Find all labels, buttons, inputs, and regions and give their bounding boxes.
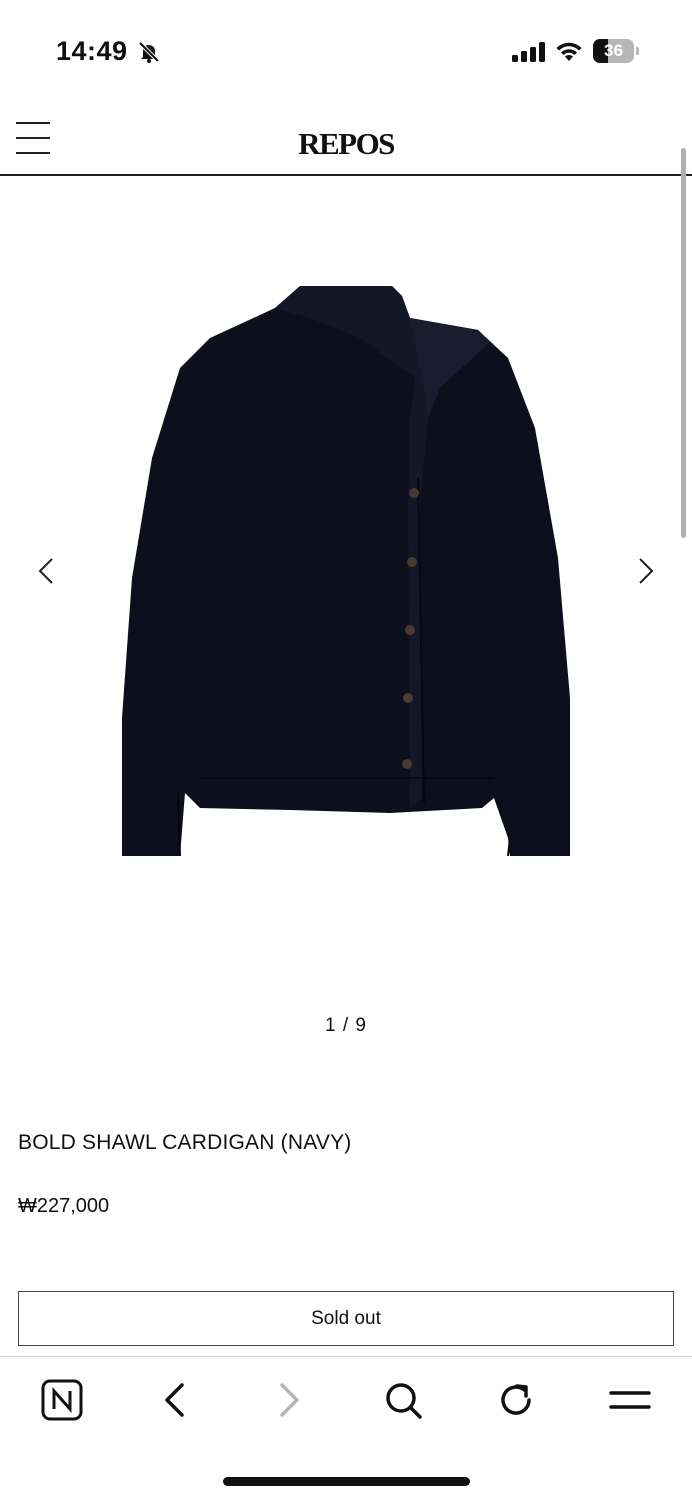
battery-level-text: 36	[604, 41, 623, 60]
image-pager: 1 / 9	[325, 1015, 367, 1036]
product-name: BOLD SHAWL CARDIGAN (NAVY)	[18, 1131, 352, 1154]
home-indicator	[223, 1477, 470, 1486]
product-image[interactable]	[110, 278, 580, 868]
product-gallery	[0, 178, 692, 978]
wifi-icon	[556, 42, 582, 61]
site-logo[interactable]: REPOS	[0, 126, 692, 162]
battery-icon: 36	[593, 39, 639, 63]
site-header: REPOS	[0, 110, 692, 176]
back-arrow-icon[interactable]	[152, 1377, 198, 1423]
search-icon[interactable]	[380, 1377, 426, 1423]
forward-arrow-icon[interactable]	[266, 1377, 312, 1423]
cellular-signal-icon	[512, 42, 545, 62]
browser-toolbar	[0, 1356, 692, 1500]
status-bar: 14:49 36	[0, 0, 692, 100]
chevron-left-icon[interactable]	[32, 556, 62, 586]
chevron-right-icon[interactable]	[630, 556, 660, 586]
product-price: ₩227,000	[18, 1195, 110, 1217]
bell-slash-icon	[138, 41, 160, 63]
naver-logo-icon[interactable]	[39, 1377, 85, 1423]
sold-out-button[interactable]: Sold out	[18, 1291, 674, 1346]
refresh-icon[interactable]	[493, 1377, 539, 1423]
status-time: 14:49	[56, 36, 128, 66]
menu-icon[interactable]	[607, 1377, 653, 1423]
